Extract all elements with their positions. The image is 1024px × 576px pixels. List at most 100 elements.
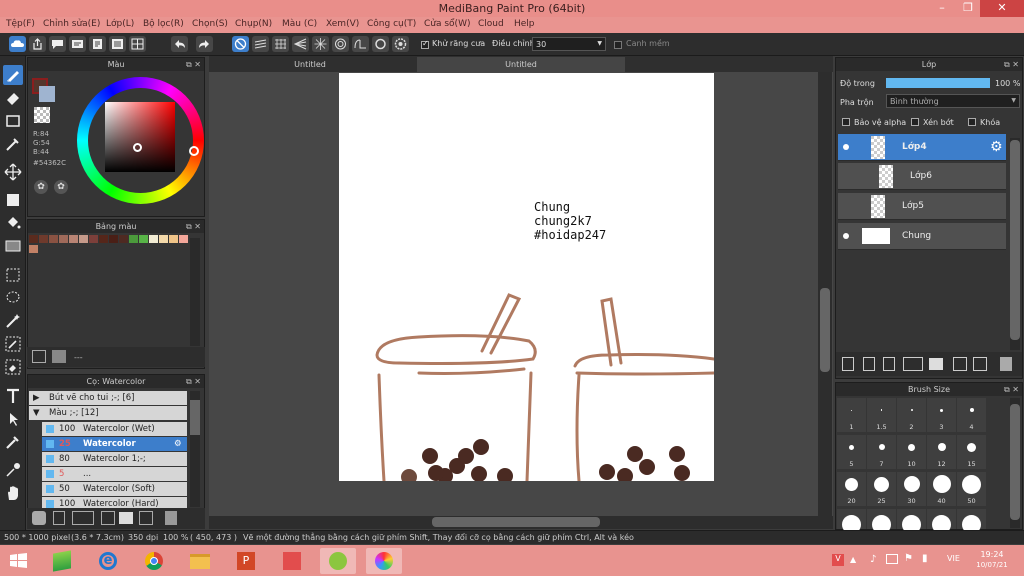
color-swatch[interactable] <box>49 235 58 243</box>
delete-brush-icon[interactable] <box>165 511 177 525</box>
brush-group-2[interactable]: ▼ Màu ;-; [12] <box>29 406 187 420</box>
color-swatch[interactable] <box>129 235 138 243</box>
menu-layer[interactable]: Lớp(L) <box>106 19 134 29</box>
brush-tool-icon[interactable] <box>3 65 23 85</box>
canvas-vscrollbar[interactable] <box>818 72 832 516</box>
pen-tool-icon[interactable] <box>3 134 23 154</box>
file-explorer-icon[interactable] <box>182 548 218 574</box>
brush-size-cell[interactable] <box>957 509 986 534</box>
chrome-icon[interactable] <box>136 548 172 574</box>
menu-cloud[interactable]: Cloud <box>478 19 504 29</box>
sv-picker-handle[interactable] <box>133 143 142 152</box>
menu-window[interactable]: Cửa sổ(W) <box>424 19 470 29</box>
fill-rect-tool-icon[interactable] <box>3 190 23 210</box>
hand-tool-icon[interactable] <box>3 483 23 503</box>
palette-icon[interactable]: ✿ <box>34 180 48 194</box>
new-8bit-layer-icon[interactable] <box>883 357 895 371</box>
color-swatch[interactable] <box>99 235 108 243</box>
bucket-tool-icon[interactable] <box>3 213 23 233</box>
layer-scrollbar[interactable] <box>1010 138 1020 350</box>
color-swatch[interactable] <box>109 235 118 243</box>
brush-scroll-thumb[interactable] <box>190 400 200 435</box>
panel-buttons-icon[interactable]: ⧉ ✕ <box>186 220 201 233</box>
correction-select[interactable]: 30 ▼ <box>532 37 606 51</box>
brush-size-scrollbar[interactable] <box>1010 398 1020 528</box>
start-button[interactable] <box>0 548 38 574</box>
brush-item[interactable]: 25 Watercolor ⚙ <box>42 437 187 451</box>
brush-size-cell[interactable]: 5 <box>837 435 866 469</box>
brush-size-cell[interactable]: 12 <box>927 435 956 469</box>
panel-buttons-icon[interactable]: ⧉ ✕ <box>186 375 201 388</box>
operation-tool-icon[interactable] <box>3 409 23 429</box>
tray-app-icon[interactable]: V <box>832 554 844 566</box>
clock[interactable]: 19:24 10/07/21 <box>972 550 1012 569</box>
menu-capture[interactable]: Chụp(N) <box>235 19 272 29</box>
minimize-button[interactable]: – <box>929 0 955 17</box>
network-app-icon[interactable] <box>274 548 310 574</box>
bluestacks-icon[interactable] <box>44 548 80 574</box>
brush-size-cell[interactable]: 1 <box>837 398 866 432</box>
color-swatch[interactable] <box>119 235 128 243</box>
duplicate-layer-icon[interactable] <box>953 357 967 371</box>
color-swatch[interactable] <box>149 235 158 243</box>
settings-icon[interactable] <box>392 36 409 52</box>
select-pen-tool-icon[interactable] <box>3 334 23 354</box>
canvas-soft-checkbox[interactable] <box>614 41 622 49</box>
color-swatch[interactable] <box>69 235 78 243</box>
delete-swatch-icon[interactable] <box>52 350 66 363</box>
panel-buttons-icon[interactable]: ⧉ ✕ <box>1004 58 1019 71</box>
layer-row[interactable]: Lớp6 <box>838 163 1006 190</box>
color-swatch[interactable] <box>169 235 178 243</box>
brush-size-cell[interactable] <box>897 509 926 534</box>
magic-wand-tool-icon[interactable] <box>3 311 23 331</box>
eye-icon[interactable] <box>843 233 849 239</box>
green-app-icon[interactable] <box>320 548 356 574</box>
brush-size-cell[interactable] <box>837 509 866 534</box>
swatch-scrollbar[interactable] <box>190 238 200 346</box>
snap-off-icon[interactable] <box>232 36 249 52</box>
brush-item[interactable]: 100 Watercolor (Wet) <box>42 422 187 436</box>
color-swatch[interactable] <box>59 235 68 243</box>
new-brush-icon[interactable] <box>53 511 65 525</box>
tray-chevron-icon[interactable]: ▲ <box>850 555 856 564</box>
message-icon[interactable] <box>69 36 86 52</box>
brush-size-cell[interactable]: 15 <box>957 435 986 469</box>
internet-explorer-icon[interactable]: e <box>90 548 126 574</box>
color-swatch[interactable] <box>139 235 148 243</box>
document-tab-2[interactable]: Untitled <box>417 57 625 72</box>
brush-size-cell[interactable]: 1.5 <box>867 398 896 432</box>
cloud-icon[interactable] <box>9 36 26 52</box>
dropper-tool-icon[interactable] <box>3 432 23 452</box>
menu-help[interactable]: Help <box>514 19 535 29</box>
brush-upload-icon[interactable] <box>32 511 46 525</box>
brush-size-cell[interactable] <box>867 509 896 534</box>
drawing-canvas[interactable]: Chung chung2k7 #hoidap247 <box>339 73 716 485</box>
brush-size-cell[interactable]: 7 <box>867 435 896 469</box>
canvas-hscrollbar[interactable] <box>209 516 833 529</box>
maximize-button[interactable]: ❐ <box>955 0 981 17</box>
layer-row[interactable]: Chung <box>838 223 1006 250</box>
menu-color[interactable]: Màu (C) <box>282 19 317 29</box>
add-brush-icon[interactable] <box>72 511 94 525</box>
select-tool-icon[interactable] <box>3 265 23 285</box>
document-icon[interactable] <box>89 36 106 52</box>
layer-row[interactable]: Lớp4 ⚙ <box>838 134 1006 161</box>
secondary-color-swatch[interactable] <box>39 86 55 102</box>
new-halftone-layer-icon[interactable] <box>863 357 875 371</box>
curve-snap-icon[interactable] <box>352 36 369 52</box>
brush-group-1[interactable]: ▶ Bút vẽ cho tui ;-; [6] <box>29 391 187 405</box>
eye-icon[interactable] <box>843 144 849 150</box>
brush-settings-icon[interactable] <box>101 511 115 525</box>
transparent-color-swatch[interactable] <box>34 107 50 123</box>
eraser-tool-icon[interactable] <box>3 88 23 108</box>
close-button[interactable]: ✕ <box>980 0 1024 17</box>
saturation-value-square[interactable] <box>105 102 175 172</box>
text-tool-icon[interactable] <box>3 386 23 406</box>
brush-size-cell[interactable] <box>927 509 956 534</box>
merge-layer-icon[interactable] <box>973 357 987 371</box>
add-layer-menu-icon[interactable] <box>903 357 923 371</box>
brush-item[interactable]: 5... <box>42 467 187 481</box>
lock-checkbox[interactable] <box>968 118 976 126</box>
select-eraser-tool-icon[interactable] <box>3 357 23 377</box>
radial-snap-icon[interactable] <box>312 36 329 52</box>
